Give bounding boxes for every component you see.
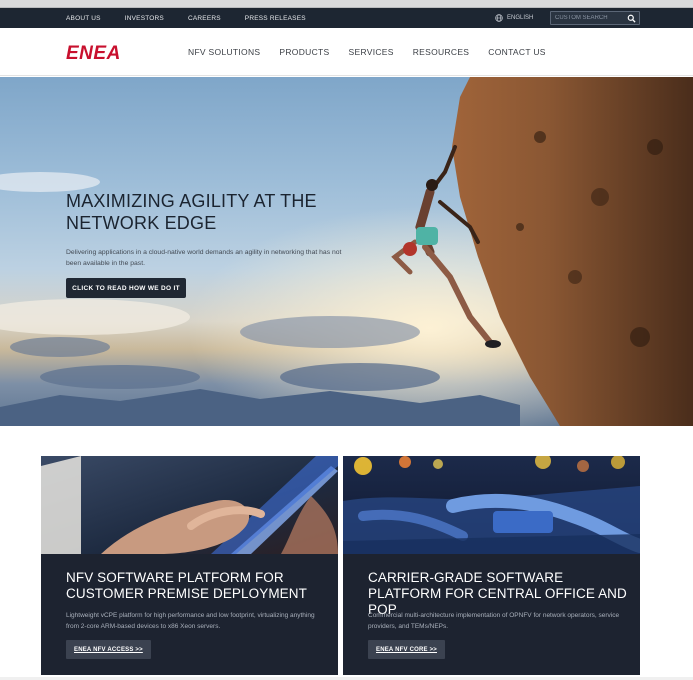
hero-description: Delivering applications in a cloud-nativ… [66,249,342,267]
nav-services[interactable]: SERVICES [349,47,394,57]
hero-title: MAXIMIZING AGILITY AT THE NETWORK EDGE [66,191,317,233]
link-careers[interactable]: CAREERS [188,15,221,22]
link-press-releases[interactable]: PRESS RELEASES [245,15,306,22]
nav-products[interactable]: PRODUCTS [279,47,329,57]
card-title: NFV SOFTWARE PLATFORM FOR CUSTOMER PREMI… [66,570,307,601]
hero-cta-button[interactable]: CLICK TO READ HOW WE DO IT [66,278,186,298]
svg-text:ENEA: ENEA [66,43,121,62]
card-nfv-access: NFV SOFTWARE PLATFORM FOR CUSTOMER PREMI… [41,456,338,675]
language-selector[interactable]: ENGLISH [495,8,533,28]
card-description: Commercial multi-architecture implementa… [368,612,620,630]
nav-resources[interactable]: RESOURCES [413,47,470,57]
link-about-us[interactable]: ABOUT US [66,15,101,22]
nfv-core-button[interactable]: ENEA NFV CORE >> [368,640,445,659]
search-input[interactable] [551,12,627,24]
nav-nfv-solutions[interactable]: NFV SOLUTIONS [188,47,260,57]
hero-banner: MAXIMIZING AGILITY AT THE NETWORK EDGE D… [0,77,693,426]
main-navigation: ENEA NFV SOLUTIONS PRODUCTS SERVICES RES… [0,28,693,76]
card-nfv-core: CARRIER-GRADE SOFTWARE PLATFORM FOR CENT… [343,456,640,675]
enea-logo[interactable]: ENEA [66,42,138,62]
card-network-cable-image [343,456,640,554]
utility-links: ABOUT US INVESTORS CAREERS PRESS RELEASE… [66,8,330,28]
search-icon[interactable] [627,14,636,23]
nav-menu: NFV SOLUTIONS PRODUCTS SERVICES RESOURCE… [188,28,565,76]
card-description: Lightweight vCPE platform for high perfo… [66,612,315,630]
nfv-access-button[interactable]: ENEA NFV ACCESS >> [66,640,151,659]
utility-bar: ABOUT US INVESTORS CAREERS PRESS RELEASE… [0,8,693,28]
link-investors[interactable]: INVESTORS [125,15,164,22]
card-tablet-image [41,456,338,554]
language-label: ENGLISH [507,15,534,21]
nav-contact-us[interactable]: CONTACT US [488,47,545,57]
search-box [550,11,640,25]
globe-icon [495,14,503,22]
browser-chrome-strip [0,0,693,8]
